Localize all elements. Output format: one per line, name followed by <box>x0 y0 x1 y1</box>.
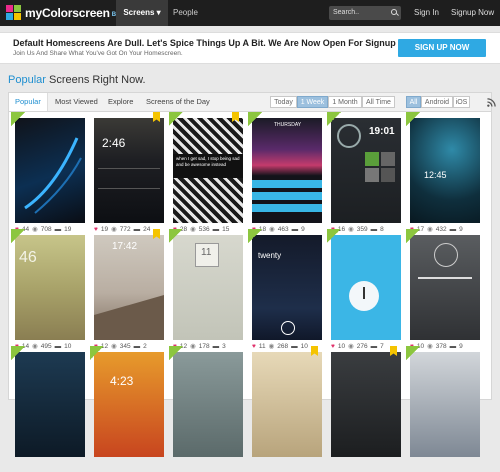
screen-thumbnail[interactable] <box>15 352 85 457</box>
filter-1-week[interactable]: 1 Week <box>297 96 328 108</box>
screen-thumbnail[interactable]: 19:01 <box>331 118 401 223</box>
screen-thumbnail[interactable]: 11 <box>173 235 243 340</box>
screen-thumbnail[interactable]: twenty <box>252 235 322 340</box>
filter-all[interactable]: All <box>406 96 421 108</box>
staff-pick-ribbon <box>169 112 183 126</box>
screen-thumbnail[interactable]: 12:45 <box>410 118 480 223</box>
screen-thumbnail[interactable]: 17:42 <box>94 235 164 340</box>
screen-card[interactable] <box>327 346 401 472</box>
screen-card[interactable] <box>406 346 480 472</box>
sign-in-link[interactable]: Sign In <box>414 0 439 26</box>
staff-pick-ribbon <box>406 229 420 243</box>
screen-card[interactable]: THURSDAY ♥18◉463▬9 <box>248 112 322 238</box>
filter-today[interactable]: Today <box>270 96 297 108</box>
promo-subtitle: Join Us And Share What You've Got On You… <box>13 50 183 57</box>
screen-thumbnail[interactable]: 2:46 <box>94 118 164 223</box>
staff-pick-ribbon <box>11 346 25 360</box>
filter-1-month[interactable]: 1 Month <box>328 96 362 108</box>
screen-card[interactable]: 19:01 ♥16◉359▬8 <box>327 112 401 238</box>
screen-thumbnail[interactable] <box>331 352 401 457</box>
screen-thumbnail[interactable] <box>410 235 480 340</box>
screen-thumbnail[interactable] <box>173 352 243 457</box>
nav-screens-menu[interactable]: Screens ▾ <box>116 0 168 26</box>
thumb-clock: 11 <box>201 247 212 258</box>
screen-thumbnail[interactable]: when I get sad, I stop being sad and be … <box>173 118 243 223</box>
promo-banner: Default Homescreens Are Dull. Let's Spic… <box>0 32 500 64</box>
screen-card[interactable]: twenty ♥ 11 ◉ 268 ▬ 10 <box>248 229 322 355</box>
thumb-label: twenty <box>258 251 282 260</box>
search-input[interactable]: Search.. <box>329 6 401 20</box>
logo-text: myColorscreen <box>25 6 110 20</box>
screen-card[interactable]: 17:42 ♥12◉345▬2 <box>90 229 164 355</box>
staff-pick-ribbon <box>327 229 341 243</box>
staff-pick-ribbon <box>90 346 104 360</box>
screen-card[interactable]: ♥ 10 ◉ 276 ▬ 7 <box>327 229 401 355</box>
page-title-accent: Popular <box>8 74 46 86</box>
thumb-clock: 17:42 <box>112 241 138 252</box>
staff-pick-ribbon <box>248 112 262 126</box>
filter-all-time[interactable]: All Time <box>362 96 395 108</box>
screen-thumbnail[interactable] <box>410 352 480 457</box>
thumb-clock: 19:01 <box>369 126 395 137</box>
sign-up-now-button[interactable]: SIGN UP NOW <box>398 39 486 57</box>
nav-people-link[interactable]: People <box>173 0 198 26</box>
screen-thumbnail[interactable] <box>252 352 322 457</box>
filter-bar: Popular Most Viewed Explore Screens of t… <box>8 92 496 112</box>
staff-pick-ribbon <box>11 229 25 243</box>
screen-thumbnail[interactable]: 46 <box>15 235 85 340</box>
staff-pick-ribbon <box>11 112 25 126</box>
tab-explore[interactable]: Explore <box>108 93 133 111</box>
rss-icon[interactable] <box>487 98 496 107</box>
tab-popular[interactable]: Popular <box>9 93 48 111</box>
search-placeholder: Search.. <box>333 9 360 16</box>
staff-pick-ribbon <box>327 112 341 126</box>
screen-thumbnail[interactable]: THURSDAY <box>252 118 322 223</box>
tab-most-viewed[interactable]: Most Viewed <box>55 93 98 111</box>
filter-android[interactable]: Android <box>421 96 453 108</box>
staff-pick-ribbon <box>169 229 183 243</box>
screen-card[interactable] <box>169 346 243 472</box>
promo-title: Default Homescreens Are Dull. Let's Spic… <box>13 38 396 48</box>
screen-card[interactable]: when I get sad, I stop being sad and be … <box>169 112 243 238</box>
sign-up-link[interactable]: Signup Now <box>451 0 494 26</box>
screen-card[interactable]: 4:23 <box>90 346 164 472</box>
screen-card[interactable]: ♥44◉708▬19 <box>11 112 85 238</box>
screen-card[interactable]: 2:46 ♥ 19 ◉ 772 ▬ 24 <box>90 112 164 238</box>
staff-pick-ribbon <box>248 229 262 243</box>
thumb-clock: 2:46 <box>102 136 126 150</box>
staff-pick-ribbon <box>406 112 420 126</box>
thumb-clock: 4:23 <box>110 374 134 388</box>
page-title: Popular Screens Right Now. <box>8 74 146 86</box>
top-nav: myColorscreen BETA Screens ▾ People Sear… <box>0 0 500 26</box>
thumb-clock: 46 <box>19 249 37 266</box>
screen-card[interactable] <box>11 346 85 472</box>
staff-pick-ribbon <box>169 346 183 360</box>
logo-icon <box>6 5 22 21</box>
screen-thumbnail[interactable]: 4:23 <box>94 352 164 457</box>
logo[interactable]: myColorscreen BETA <box>6 4 128 22</box>
search-icon[interactable] <box>391 9 397 15</box>
screen-card[interactable]: 11 ♥12◉178▬3 <box>169 229 243 355</box>
staff-pick-ribbon <box>406 346 420 360</box>
screen-card[interactable]: 46 ♥14◉495▬10 <box>11 229 85 355</box>
thumb-art <box>24 137 82 214</box>
screen-card[interactable] <box>248 346 322 472</box>
thumb-label: THURSDAY <box>274 122 302 128</box>
screens-grid: ♥44◉708▬19 2:46 ♥19◉772▬24 when I get sa… <box>8 112 492 457</box>
filter-ios[interactable]: iOS <box>453 96 470 108</box>
tab-screens-of-the-day[interactable]: Screens of the Day <box>146 93 210 111</box>
page-title-rest: Screens Right Now. <box>45 74 146 86</box>
screen-card[interactable]: 12:45 ♥17◉432▬9 <box>406 112 480 238</box>
thumb-clock: 12:45 <box>424 170 447 180</box>
screen-thumbnail[interactable] <box>15 118 85 223</box>
screen-thumbnail[interactable] <box>331 235 401 340</box>
screen-card[interactable]: ♥10◉378▬9 <box>406 229 480 355</box>
thumb-quote: when I get sad, I stop being sad and be … <box>176 156 240 167</box>
